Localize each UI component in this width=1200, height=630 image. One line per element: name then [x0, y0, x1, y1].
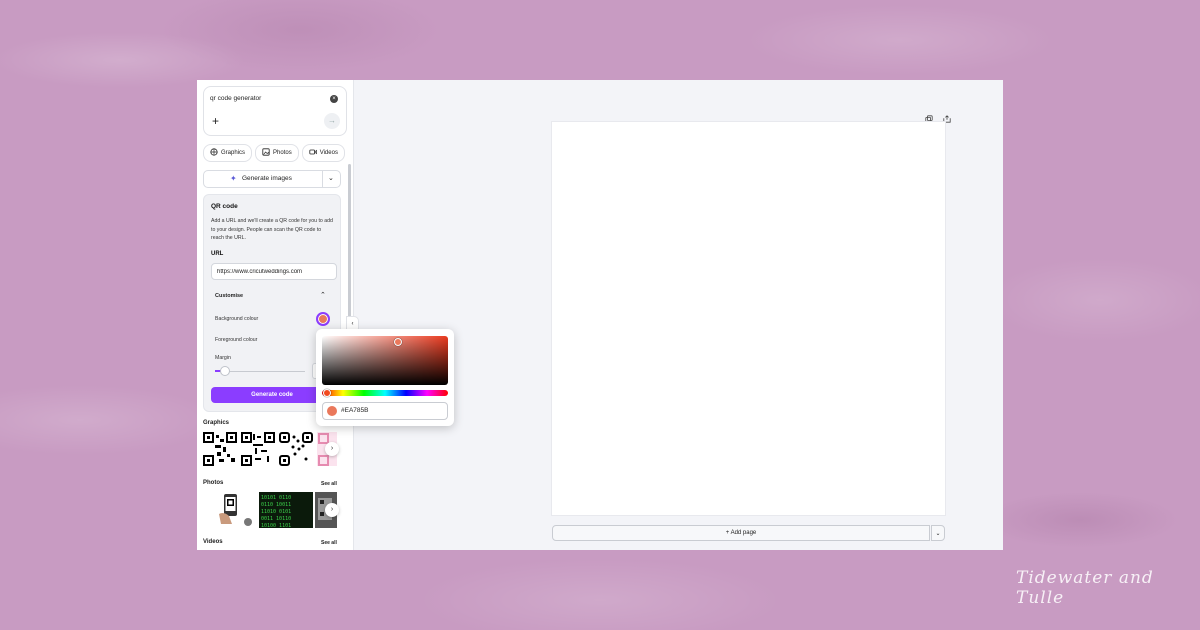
generate-images-button[interactable]: ✦ Generate images ⌄ [203, 170, 341, 188]
margin-label: Margin [215, 355, 231, 361]
graphics-section-title: Graphics [203, 420, 230, 426]
svg-text:10100 1101: 10100 1101 [261, 523, 291, 528]
chip-label: Photos [273, 150, 292, 156]
color-picker-popover: #EA785B [316, 329, 454, 426]
qr-graphic-thumbnail[interactable] [241, 432, 275, 466]
chevron-down-icon[interactable]: ⌄ [328, 171, 334, 187]
chip-graphics[interactable]: Graphics [203, 144, 253, 162]
generate-images-label: Generate images [242, 175, 292, 182]
chip-label: Videos [319, 150, 338, 156]
hue-slider-handle[interactable] [323, 389, 331, 397]
chevron-down-icon[interactable]: ⌄ [931, 525, 945, 541]
qr-code-title: QR code [211, 203, 238, 210]
editor-window: qr code generator × + → Graphics Photos … [197, 80, 1003, 550]
background-colour-label: Background colour [215, 316, 259, 322]
photos-next-icon[interactable]: › [325, 503, 339, 517]
chip-photos[interactable]: Photos [255, 144, 299, 162]
videos-icon [309, 150, 317, 155]
customise-label[interactable]: Customise [215, 293, 243, 299]
url-input[interactable] [211, 263, 337, 280]
url-label: URL [211, 251, 224, 257]
hex-input[interactable]: #EA785B [322, 402, 448, 420]
search-query[interactable]: qr code generator [210, 95, 261, 102]
hex-value[interactable]: #EA785B [341, 403, 368, 419]
svg-text:10101 0110: 10101 0110 [261, 495, 291, 501]
divider [322, 171, 323, 187]
search-box[interactable]: qr code generator × + → [203, 86, 347, 136]
qr-graphic-thumbnail[interactable] [203, 432, 237, 466]
margin-slider-thumb[interactable] [220, 366, 230, 376]
svg-text:0110 10011: 0110 10011 [261, 502, 291, 508]
chip-label: Graphics [221, 150, 246, 156]
side-panel: qr code generator × + → Graphics Photos … [197, 80, 354, 550]
generate-code-button[interactable]: Generate code [211, 387, 333, 403]
photos-see-all-link[interactable]: See all [321, 481, 337, 487]
selected-color-swatch [327, 406, 337, 416]
graphics-row: › [203, 432, 349, 468]
photos-icon [262, 148, 270, 157]
submit-arrow-icon[interactable]: → [324, 113, 340, 129]
design-canvas[interactable] [552, 122, 945, 515]
photos-row: 10101 0110 0110 10011 11010 0101 0011 10… [203, 492, 349, 528]
svg-text:11010 0101: 11010 0101 [261, 509, 291, 515]
filter-chips: Graphics Photos Videos [203, 141, 353, 162]
add-page-button[interactable]: + Add page [552, 525, 930, 541]
graphics-next-icon[interactable]: › [325, 442, 339, 456]
foreground-colour-label: Foreground colour [215, 337, 258, 343]
plus-icon[interactable]: + [212, 115, 219, 127]
videos-see-all-link[interactable]: See all [321, 540, 337, 546]
phone-qr-photo[interactable] [215, 492, 255, 528]
qr-code-description: Add a URL and we'll create a QR code for… [211, 218, 333, 241]
clear-search-icon[interactable]: × [330, 95, 338, 103]
binary-code-photo[interactable]: 10101 0110 0110 10011 11010 0101 0011 10… [259, 492, 313, 528]
sparkle-icon: ✦ [230, 174, 237, 183]
saturation-field[interactable] [322, 336, 448, 385]
chevron-up-icon[interactable]: ⌃ [320, 291, 326, 299]
chip-videos[interactable]: Videos [301, 144, 345, 162]
watermark-logo: Tidewater and Tulle [1016, 568, 1154, 608]
hue-slider[interactable] [322, 390, 448, 396]
background-colour-swatch[interactable] [316, 312, 330, 326]
graphics-icon [210, 148, 218, 157]
videos-section-title: Videos [203, 539, 223, 545]
saturation-handle[interactable] [394, 338, 402, 346]
photos-section-title: Photos [203, 480, 224, 486]
svg-text:0011 10110: 0011 10110 [261, 516, 291, 522]
qr-graphic-thumbnail[interactable] [279, 432, 313, 466]
